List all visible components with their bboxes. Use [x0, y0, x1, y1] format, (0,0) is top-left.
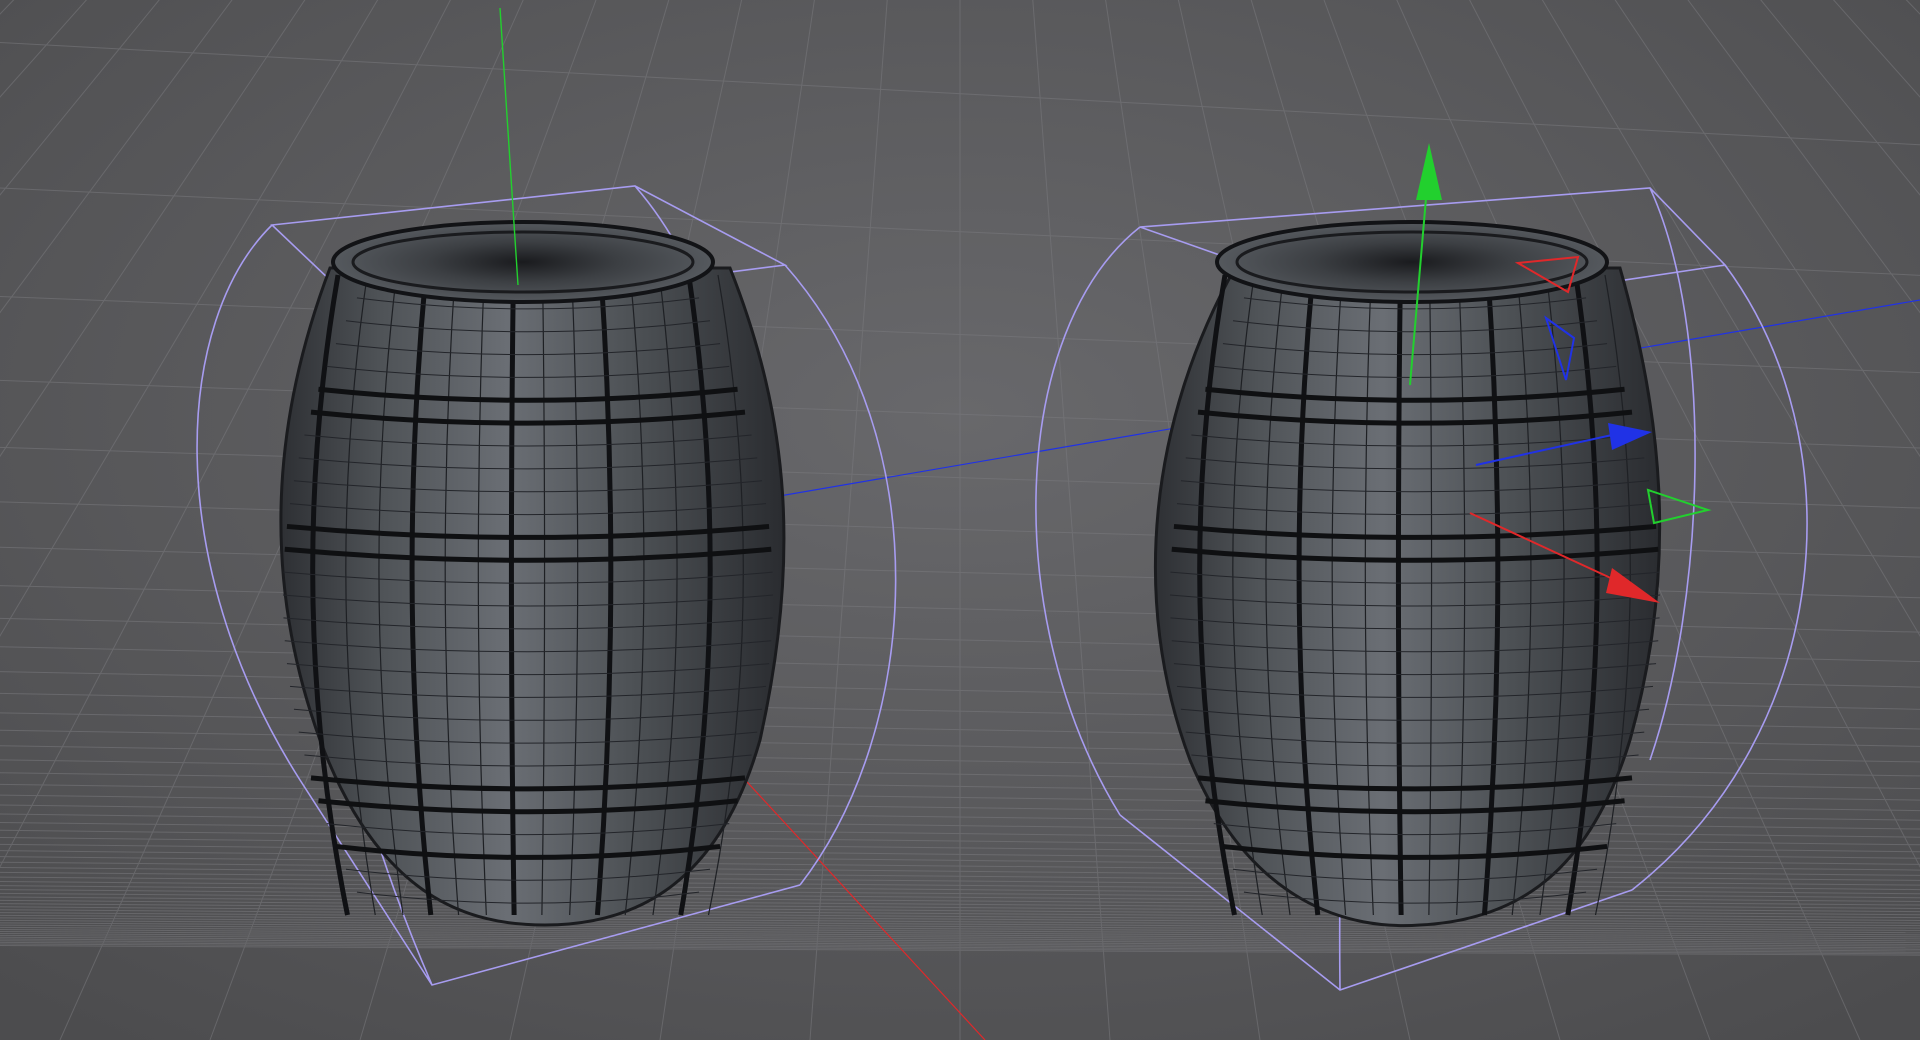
viewport-canvas[interactable] — [0, 0, 1920, 1040]
barrel-left-lid — [331, 220, 715, 304]
barrel-right-lid — [1215, 220, 1609, 304]
3d-viewport[interactable] — [0, 0, 1920, 1040]
